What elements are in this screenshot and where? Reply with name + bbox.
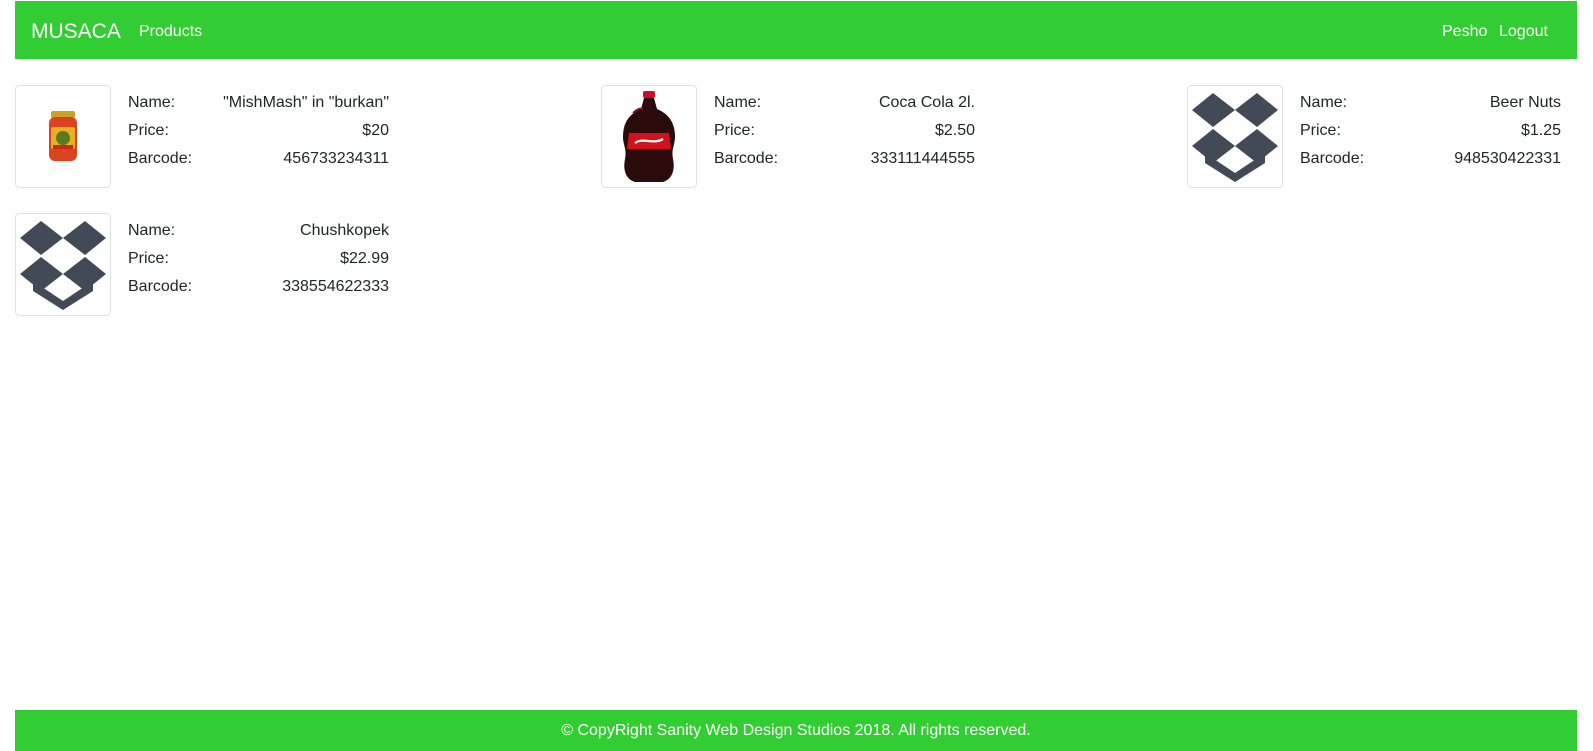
barcode-label: Barcode: — [128, 278, 193, 295]
product-price: $2.50 — [934, 122, 975, 139]
barcode-label: Barcode: — [714, 150, 779, 167]
product-info: Name: Beer Nuts Price: $1.25 Barcode: 94… — [1300, 92, 1561, 176]
product-price-row: Price: $20 — [128, 120, 389, 148]
product-name: Beer Nuts — [1489, 94, 1561, 111]
product-name-row: Name: Beer Nuts — [1300, 92, 1561, 120]
product-card: Name: Beer Nuts Price: $1.25 Barcode: 94… — [1187, 85, 1579, 188]
barcode-label: Barcode: — [1300, 150, 1365, 167]
nav-products-link[interactable]: Products — [139, 23, 202, 41]
product-card: Name: "MishMash" in "burkan" Price: $20 … — [15, 85, 407, 188]
product-price-row: Price: $2.50 — [714, 120, 975, 148]
product-name-row: Name: Chushkopek — [128, 220, 389, 248]
price-label: Price: — [714, 122, 755, 139]
price-label: Price: — [128, 250, 169, 267]
product-barcode-row: Barcode: 338554622333 — [128, 276, 389, 304]
name-label: Name: — [1300, 94, 1348, 111]
footer-copyright: © CopyRight Sanity Web Design Studios 20… — [561, 722, 1031, 739]
product-image-jar[interactable] — [15, 85, 111, 188]
product-price-row: Price: $22.99 — [128, 248, 389, 276]
nav-user-link[interactable]: Pesho — [1442, 23, 1487, 41]
price-label: Price: — [1300, 122, 1341, 139]
product-barcode: 338554622333 — [282, 278, 389, 295]
product-name-row: Name: Coca Cola 2l. — [714, 92, 975, 120]
name-label: Name: — [128, 222, 176, 239]
product-name-row: Name: "MishMash" in "burkan" — [128, 92, 389, 120]
product-info: Name: Coca Cola 2l. Price: $2.50 Barcode… — [714, 92, 975, 176]
product-name: Coca Cola 2l. — [878, 94, 975, 111]
product-image-placeholder[interactable] — [1187, 85, 1283, 188]
product-barcode-row: Barcode: 333111444555 — [714, 148, 975, 176]
product-info: Name: Chushkopek Price: $22.99 Barcode: … — [128, 220, 389, 304]
box-icon — [20, 220, 106, 310]
nav-logout-link[interactable]: Logout — [1499, 23, 1548, 41]
product-name: Chushkopek — [300, 222, 389, 239]
product-price: $22.99 — [340, 250, 389, 267]
product-barcode: 948530422331 — [1454, 150, 1561, 167]
product-price: $20 — [362, 122, 389, 139]
box-icon — [1192, 92, 1278, 182]
cola-bottle-image — [623, 90, 675, 182]
product-name: "MishMash" in "burkan" — [223, 94, 389, 111]
product-price: $1.25 — [1520, 122, 1561, 139]
navbar: MUSACA Products Pesho Logout — [15, 1, 1577, 59]
product-price-row: Price: $1.25 — [1300, 120, 1561, 148]
barcode-label: Barcode: — [128, 150, 193, 167]
product-barcode-row: Barcode: 456733234311 — [128, 148, 389, 176]
price-label: Price: — [128, 122, 169, 139]
product-info: Name: "MishMash" in "burkan" Price: $20 … — [128, 92, 389, 176]
name-label: Name: — [714, 94, 762, 111]
product-image-placeholder[interactable] — [15, 213, 111, 316]
product-barcode-row: Barcode: 948530422331 — [1300, 148, 1561, 176]
footer: © CopyRight Sanity Web Design Studios 20… — [15, 710, 1577, 751]
product-barcode: 333111444555 — [870, 150, 975, 167]
brand-logo[interactable]: MUSACA — [31, 20, 121, 44]
name-label: Name: — [128, 94, 176, 111]
product-image-cola[interactable] — [601, 85, 697, 188]
product-barcode: 456733234311 — [283, 150, 389, 167]
jar-image — [49, 110, 77, 161]
product-card: Name: Chushkopek Price: $22.99 Barcode: … — [15, 213, 407, 316]
product-card: Name: Coca Cola 2l. Price: $2.50 Barcode… — [601, 85, 993, 188]
